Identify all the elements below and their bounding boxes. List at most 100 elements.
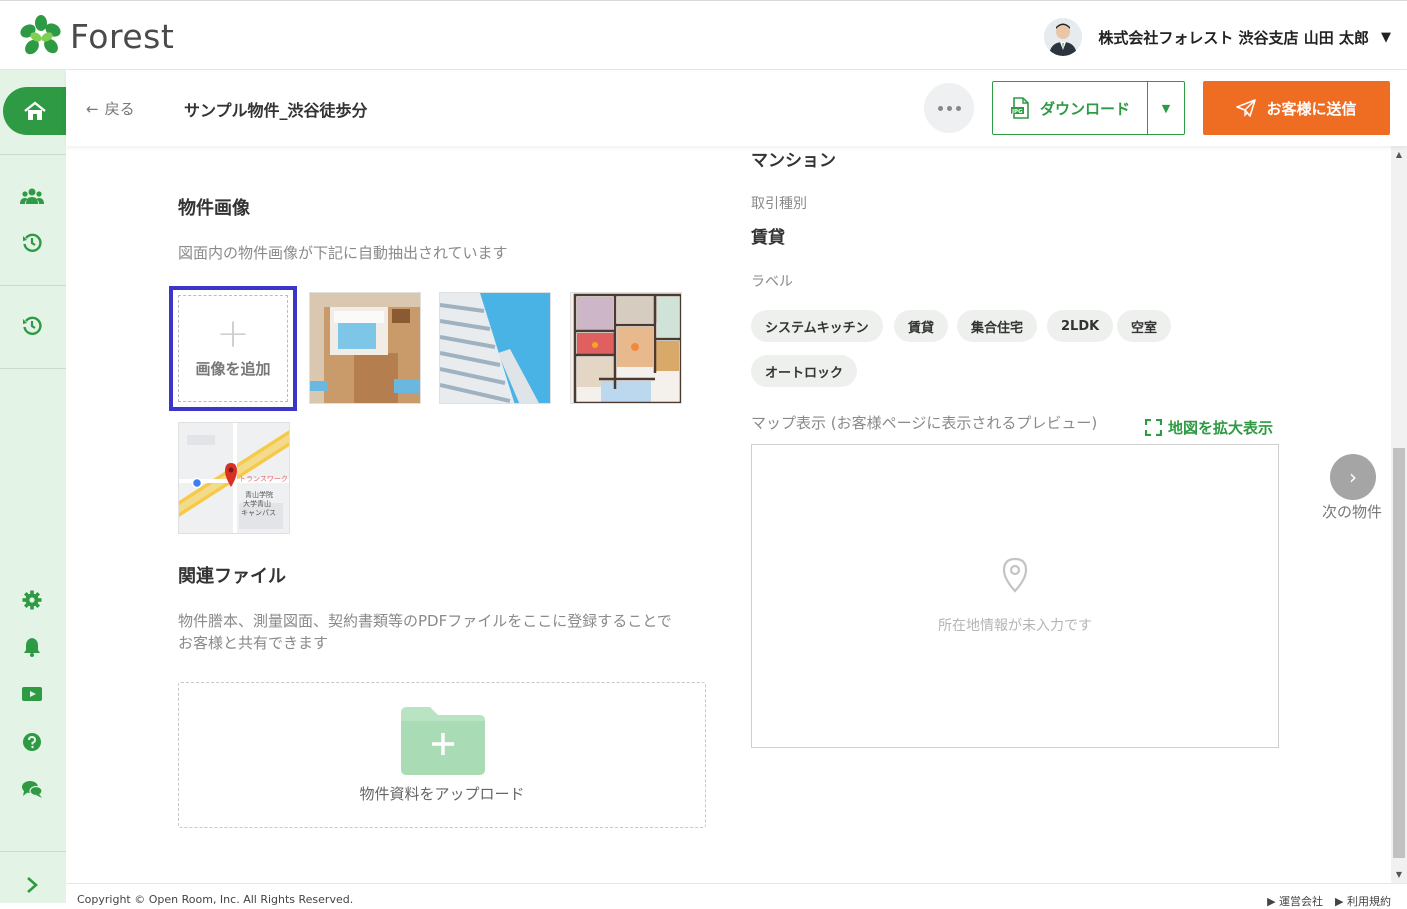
user-menu[interactable]: 株式会社フォレスト 渋谷支店 山田 太郎 ▼: [1044, 18, 1391, 56]
property-toolbar: ← 戻る サンプル物件_渋谷徒歩分 JPG ダウンロード ▼ お客様に送信: [66, 70, 1407, 146]
property-image-thumbnail[interactable]: [439, 292, 551, 404]
expand-icon: [1145, 419, 1162, 436]
map-empty-message: 所在地情報が未入力です: [938, 618, 1092, 634]
label-tag: システムキッチン: [751, 310, 883, 342]
chevron-right-icon: [27, 877, 38, 893]
next-property-label: 次の物件: [1322, 503, 1383, 521]
back-button[interactable]: ← 戻る: [86, 98, 135, 119]
svg-text:トランスワーク: トランスワーク: [239, 475, 288, 483]
sidebar-divider: [0, 851, 66, 852]
sidebar-divider: [0, 285, 66, 286]
labels-label: ラベル: [751, 274, 793, 290]
download-button[interactable]: JPG ダウンロード: [993, 82, 1148, 134]
customers-icon: [20, 188, 44, 204]
svg-text:青山学院: 青山学院: [245, 490, 273, 499]
video-icon: [22, 687, 42, 701]
sidebar-item-video[interactable]: [17, 679, 47, 709]
sidebar-item-help[interactable]: [17, 727, 47, 757]
svg-text:大学青山: 大学青山: [243, 499, 271, 508]
sidebar-divider: [0, 154, 66, 155]
sidebar-divider: [0, 368, 66, 369]
sidebar-item-history-2[interactable]: [17, 311, 47, 341]
paper-plane-icon: [1236, 99, 1257, 117]
building-image: [440, 293, 550, 403]
send-label: お客様に送信: [1266, 99, 1357, 118]
chat-icon: [22, 781, 43, 798]
chevron-right-icon: ›: [1349, 465, 1357, 489]
user-name: 株式会社フォレスト 渋谷支店 山田 太郎: [1098, 28, 1369, 47]
files-hint-line1: 物件謄本、測量図面、契約書類等のPDFファイルをここに登録することで: [178, 612, 672, 630]
download-label: ダウンロード: [1039, 99, 1130, 118]
bedroom-image: [310, 293, 420, 403]
map-image-thumbnail[interactable]: トランスワーク 青山学院 大学青山 キャンパス: [178, 422, 290, 534]
home-icon: [23, 101, 46, 120]
scroll-up-arrow-icon[interactable]: ▲: [1391, 150, 1407, 159]
next-property-button[interactable]: ›: [1330, 454, 1376, 500]
folder-add-icon: [401, 707, 485, 775]
label-tag: 集合住宅: [957, 310, 1038, 342]
logo-text: Forest: [70, 16, 175, 56]
transaction-type-value: 賃貸: [751, 228, 785, 248]
add-image-button[interactable]: + 画像を追加: [169, 286, 297, 411]
file-upload-dropzone[interactable]: 物件資料をアップロード: [178, 682, 706, 828]
more-dots-icon: [937, 105, 943, 111]
svg-text:JPG: JPG: [1011, 109, 1023, 115]
files-hint-line2: お客様と共有できます: [178, 634, 329, 652]
more-options-button[interactable]: [924, 83, 974, 133]
location-pin-icon: [1002, 557, 1028, 593]
transaction-type-label: 取引種別: [751, 196, 807, 212]
help-icon: [23, 733, 41, 751]
arrow-left-icon: ←: [86, 99, 99, 118]
sidebar-item-customers[interactable]: [17, 181, 47, 211]
sidebar: [0, 70, 66, 903]
jpg-file-icon: JPG: [1010, 97, 1029, 119]
map-preview-label: マップ表示 (お客様ページに表示されるプレビュー): [751, 414, 1098, 432]
sidebar-item-history[interactable]: [17, 228, 47, 258]
chevron-down-icon[interactable]: ▼: [1381, 30, 1391, 45]
footer: Copyright © Open Room, Inc. All Rights R…: [66, 883, 1407, 908]
images-heading: 物件画像: [178, 198, 250, 219]
floor-plan-image: [571, 293, 681, 403]
footer-links: ▶ 運営会社 ▶ 利用規約: [1267, 893, 1391, 909]
upload-label: 物件資料をアップロード: [359, 785, 525, 803]
back-label: 戻る: [104, 100, 135, 118]
property-image-thumbnail[interactable]: [570, 292, 682, 404]
plus-icon: +: [216, 311, 250, 357]
label-tag: 賃貸: [894, 310, 949, 342]
download-button-group: JPG ダウンロード ▼: [992, 81, 1185, 135]
download-options-dropdown[interactable]: ▼: [1148, 102, 1184, 115]
sidebar-item-notifications[interactable]: [17, 632, 47, 662]
label-tag: 2LDK: [1047, 310, 1114, 342]
history-icon: [23, 316, 42, 335]
bell-icon: [24, 638, 40, 657]
logo[interactable]: Forest: [20, 15, 174, 57]
label-tag: オートロック: [751, 355, 858, 387]
sidebar-expand-button[interactable]: [17, 868, 47, 902]
send-to-customer-button[interactable]: お客様に送信: [1203, 81, 1390, 135]
building-type-value: マンション: [751, 151, 836, 171]
history-icon: [23, 233, 42, 252]
map-preview: 所在地情報が未入力です: [751, 444, 1279, 748]
svg-text:キャンパス: キャンパス: [241, 509, 276, 517]
scrollbar[interactable]: ▲ ▼: [1391, 146, 1407, 883]
footer-link-company[interactable]: ▶ 運営会社: [1267, 893, 1323, 909]
sidebar-item-settings[interactable]: [17, 585, 47, 615]
sidebar-item-home[interactable]: [3, 87, 66, 135]
footer-link-terms[interactable]: ▶ 利用規約: [1335, 893, 1391, 909]
caret-down-icon: ▼: [1161, 101, 1171, 115]
files-heading: 関連ファイル: [178, 566, 286, 587]
property-image-thumbnail[interactable]: [309, 292, 421, 404]
expand-map-label: 地図を拡大表示: [1168, 419, 1274, 437]
map-image: トランスワーク 青山学院 大学青山 キャンパス: [179, 423, 289, 533]
scroll-down-arrow-icon[interactable]: ▼: [1391, 870, 1407, 879]
top-header: Forest 株式会社フォレスト 渋谷支店 山田 太郎 ▼: [0, 0, 1407, 70]
copyright: Copyright © Open Room, Inc. All Rights R…: [77, 893, 354, 906]
expand-map-button[interactable]: 地図を拡大表示: [1145, 417, 1273, 438]
avatar: [1044, 18, 1083, 56]
scrollbar-thumb[interactable]: [1393, 448, 1405, 858]
sidebar-item-chat[interactable]: [17, 774, 47, 804]
settings-icon: [22, 590, 42, 610]
add-image-label: 画像を追加: [195, 360, 271, 378]
label-tag: 空室: [1117, 310, 1172, 342]
forest-logo-icon: [20, 15, 61, 55]
